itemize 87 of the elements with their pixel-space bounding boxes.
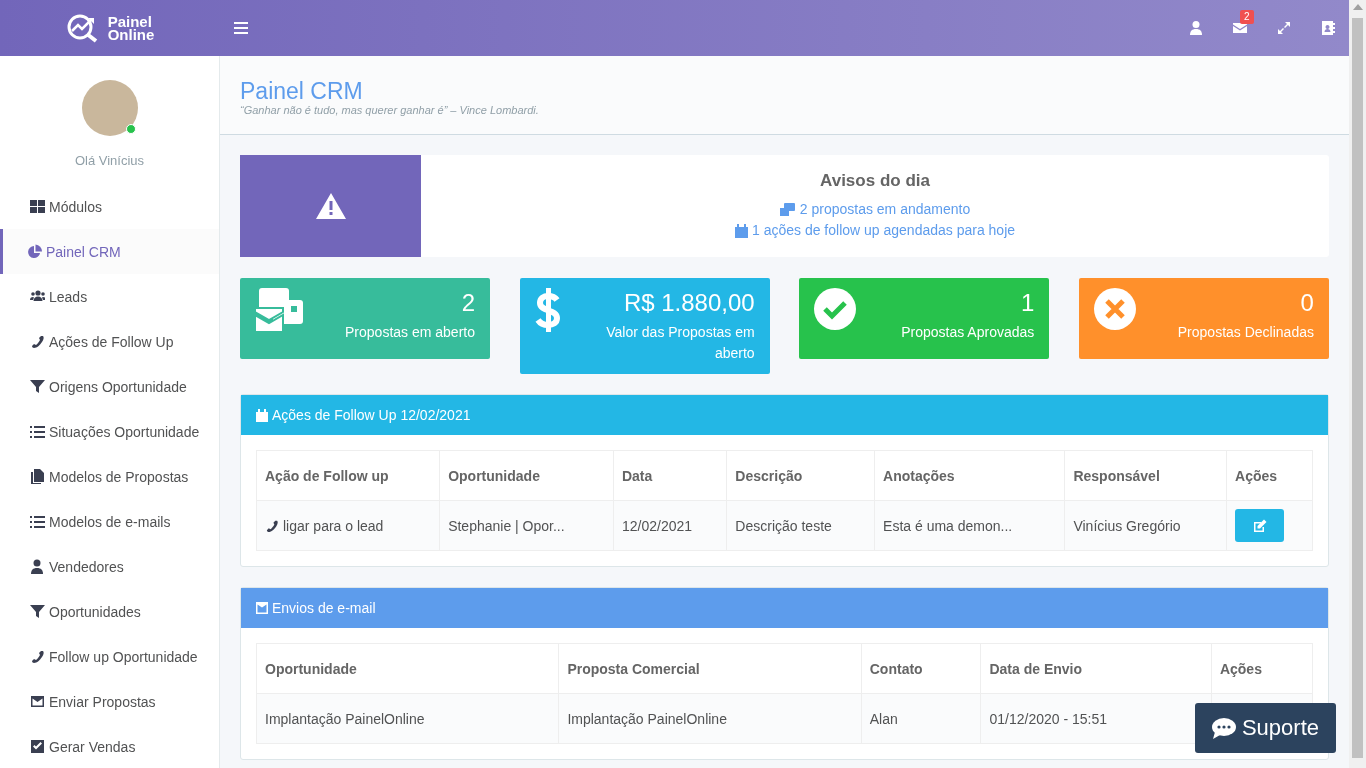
table-cell: Implantação PainelOnline bbox=[256, 693, 559, 744]
sidebar-item[interactable]: Gerar Vendas bbox=[0, 724, 219, 768]
column-header: Oportunidade bbox=[256, 643, 559, 694]
pie-chart-icon bbox=[27, 244, 42, 259]
table-cell: 12/02/2021 bbox=[613, 500, 727, 551]
column-header: Anotações bbox=[874, 450, 1065, 501]
stat-value: R$ 1.880,00 bbox=[623, 288, 755, 318]
envelope-icon bbox=[1232, 20, 1248, 36]
check-circle-icon bbox=[814, 288, 857, 330]
sidebar-item[interactable]: Módulos bbox=[0, 184, 219, 229]
column-header: Ações bbox=[1226, 450, 1313, 501]
scrollbar[interactable] bbox=[1349, 0, 1366, 768]
sidebar-item[interactable]: Oportunidades bbox=[0, 589, 219, 634]
table-cell: Stephanie | Opor... bbox=[439, 500, 614, 551]
column-header: Ações bbox=[1211, 643, 1313, 694]
brand-name: Online bbox=[107, 28, 155, 41]
x-circle-icon bbox=[1093, 288, 1136, 330]
filter-icon bbox=[30, 379, 45, 394]
column-header: Contato bbox=[861, 643, 981, 694]
dollar-icon bbox=[534, 288, 561, 332]
support-button[interactable]: Suporte bbox=[1194, 703, 1336, 753]
list-icon bbox=[30, 514, 45, 529]
edit-icon bbox=[1252, 518, 1267, 533]
sidebar-item[interactable]: Situações Oportunidade bbox=[0, 409, 219, 454]
column-header: Proposta Comercial bbox=[558, 643, 862, 694]
column-header: Responsável bbox=[1064, 450, 1227, 501]
sidebar-item[interactable]: Follow up Oportunidade bbox=[0, 634, 219, 679]
page-title: Painel CRM bbox=[240, 78, 364, 104]
column-header: Ação de Follow up bbox=[256, 450, 440, 501]
panel-title: Envios de e-mail bbox=[272, 600, 376, 616]
column-header: Data bbox=[613, 450, 727, 501]
brand-name: Painel bbox=[107, 15, 152, 28]
grid-icon bbox=[30, 199, 45, 214]
checkbox-icon bbox=[30, 739, 45, 754]
warning-icon bbox=[314, 192, 347, 220]
cell-text: ligar para o lead bbox=[283, 517, 384, 534]
panel-title: Ações de Follow Up 12/02/2021 bbox=[272, 407, 471, 423]
user-icon bbox=[1188, 20, 1204, 36]
contacts-button[interactable] bbox=[1320, 20, 1336, 36]
table-cell: Vinícius Gregório bbox=[1064, 500, 1227, 551]
notification-badge: 2 bbox=[1240, 10, 1254, 24]
phone-icon bbox=[265, 518, 279, 533]
column-header: Descrição bbox=[726, 450, 875, 501]
sidebar-item[interactable]: Modelos de e-mails bbox=[0, 499, 219, 544]
phone-icon bbox=[30, 649, 45, 664]
calendar-icon bbox=[256, 408, 268, 422]
table-cell: Implantação PainelOnline bbox=[558, 693, 862, 744]
stat-label: Propostas em aberto bbox=[345, 323, 475, 342]
user-button[interactable] bbox=[1188, 20, 1204, 36]
sidebar-item[interactable]: Enviar Propostas bbox=[0, 679, 219, 724]
sidebar-item[interactable]: Leads bbox=[0, 274, 219, 319]
sidebar-item[interactable]: Painel CRM bbox=[0, 229, 219, 274]
column-header: Data de Envio bbox=[980, 643, 1212, 694]
users-icon bbox=[30, 289, 45, 304]
menu-icon bbox=[234, 21, 248, 35]
list-icon bbox=[30, 424, 45, 439]
edit-button[interactable] bbox=[1235, 509, 1285, 542]
sidebar-item[interactable]: Modelos de Propostas bbox=[0, 454, 219, 499]
greeting-text: Olá Vinícius bbox=[74, 153, 145, 170]
phone-icon bbox=[30, 334, 45, 349]
stat-value: 0 bbox=[1300, 288, 1314, 318]
table-cell: Esta é uma demon... bbox=[874, 500, 1065, 551]
stat-value: 2 bbox=[461, 288, 475, 318]
calendar-icon bbox=[734, 223, 748, 238]
notice-title: Avisos do dia bbox=[820, 171, 930, 191]
stat-label: Propostas Declinadas bbox=[1177, 323, 1314, 342]
envelope-icon bbox=[30, 694, 45, 709]
messages-button[interactable] bbox=[1232, 20, 1248, 36]
expand-icon bbox=[1276, 20, 1292, 36]
address-book-icon bbox=[1320, 20, 1336, 36]
documents-icon bbox=[30, 469, 45, 484]
sidebar-item[interactable]: Vendedores bbox=[0, 544, 219, 589]
menu-button[interactable] bbox=[234, 21, 248, 35]
stat-label: Propostas Aprovadas bbox=[901, 323, 1035, 342]
table-cell: Alan bbox=[861, 693, 981, 744]
quote-text: “Ganhar não é tudo, mas querer ganhar é” – Vince Lombardi. bbox=[240, 104, 540, 116]
table-cell: Descrição teste bbox=[726, 500, 875, 551]
sidebar-item[interactable]: Ações de Follow Up bbox=[0, 319, 219, 364]
person-icon bbox=[30, 559, 45, 574]
column-header: Oportunidade bbox=[439, 450, 614, 501]
envelope-icon bbox=[256, 602, 268, 614]
stat-value: 1 bbox=[1020, 288, 1035, 318]
filter-icon bbox=[30, 604, 45, 619]
fullscreen-button[interactable] bbox=[1276, 20, 1292, 36]
sidebar-item[interactable]: Origens Oportunidade bbox=[0, 364, 219, 409]
chat-bubble-icon bbox=[1211, 717, 1236, 739]
stat-label: Valor das Propostas em aberto bbox=[605, 323, 755, 363]
